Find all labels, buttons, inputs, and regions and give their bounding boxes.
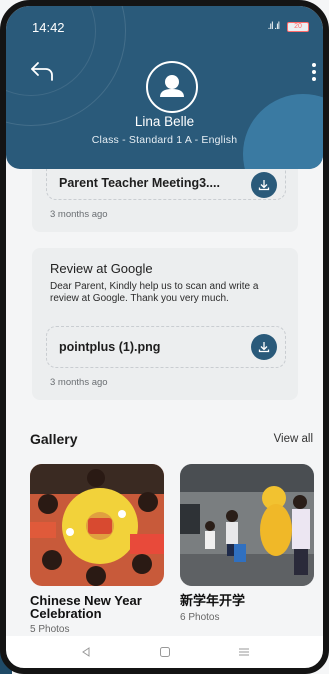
post-card: Review at Google Dear Parent, Kindly hel… (32, 248, 298, 400)
profile-header: 14:42 .ıl .ıl 20 Lina Belle Class - Stan… (6, 6, 323, 169)
album-card[interactable]: 新学年开学 6 Photos (180, 464, 314, 623)
album-thumbnail (30, 464, 164, 586)
post-body: Dear Parent, Kindly help us to scan and … (50, 281, 259, 304)
signal-icon: .ıl .ıl (267, 21, 280, 32)
app-screen: Parent Teacher Meeting3.... 3 months ago… (6, 6, 323, 668)
status-time: 14:42 (32, 20, 65, 35)
post-time: 3 months ago (50, 209, 108, 220)
battery-icon: 20 (287, 22, 309, 32)
download-button[interactable] (251, 172, 277, 198)
user-avatar-icon[interactable] (146, 61, 198, 113)
attachment-name: pointplus (1).png (59, 340, 161, 354)
attachment-name: Parent Teacher Meeting3.... (59, 176, 220, 190)
user-class-info: Class - Standard 1 A - English (91, 134, 238, 146)
status-bar: 14:42 .ıl .ıl 20 (6, 6, 323, 44)
nav-recent-icon[interactable] (233, 643, 255, 661)
nav-back-icon[interactable] (75, 643, 97, 661)
post-title: Review at Google (50, 261, 153, 276)
album-title: 新学年开学 (180, 593, 246, 608)
gallery-heading: Gallery (30, 431, 78, 447)
album-photo-count: 5 Photos (30, 624, 70, 635)
header-decoration (243, 94, 323, 169)
album-thumbnail (180, 464, 314, 586)
attachment-box[interactable]: pointplus (1).png (46, 326, 286, 368)
system-nav-bar (6, 636, 323, 668)
nav-home-icon[interactable] (154, 643, 176, 661)
user-name: Lina Belle (134, 114, 195, 129)
download-icon (258, 342, 270, 353)
album-title: Chinese New Year Celebration (30, 593, 142, 621)
album-card[interactable]: Chinese New Year Celebration 5 Photos (30, 464, 164, 635)
back-arrow-icon[interactable] (28, 58, 58, 86)
download-button[interactable] (251, 334, 277, 360)
post-time: 3 months ago (50, 377, 108, 388)
more-vertical-icon[interactable] (307, 60, 321, 84)
download-icon (258, 180, 270, 191)
view-all-link[interactable]: View all (274, 433, 313, 445)
album-photo-count: 6 Photos (180, 611, 220, 623)
